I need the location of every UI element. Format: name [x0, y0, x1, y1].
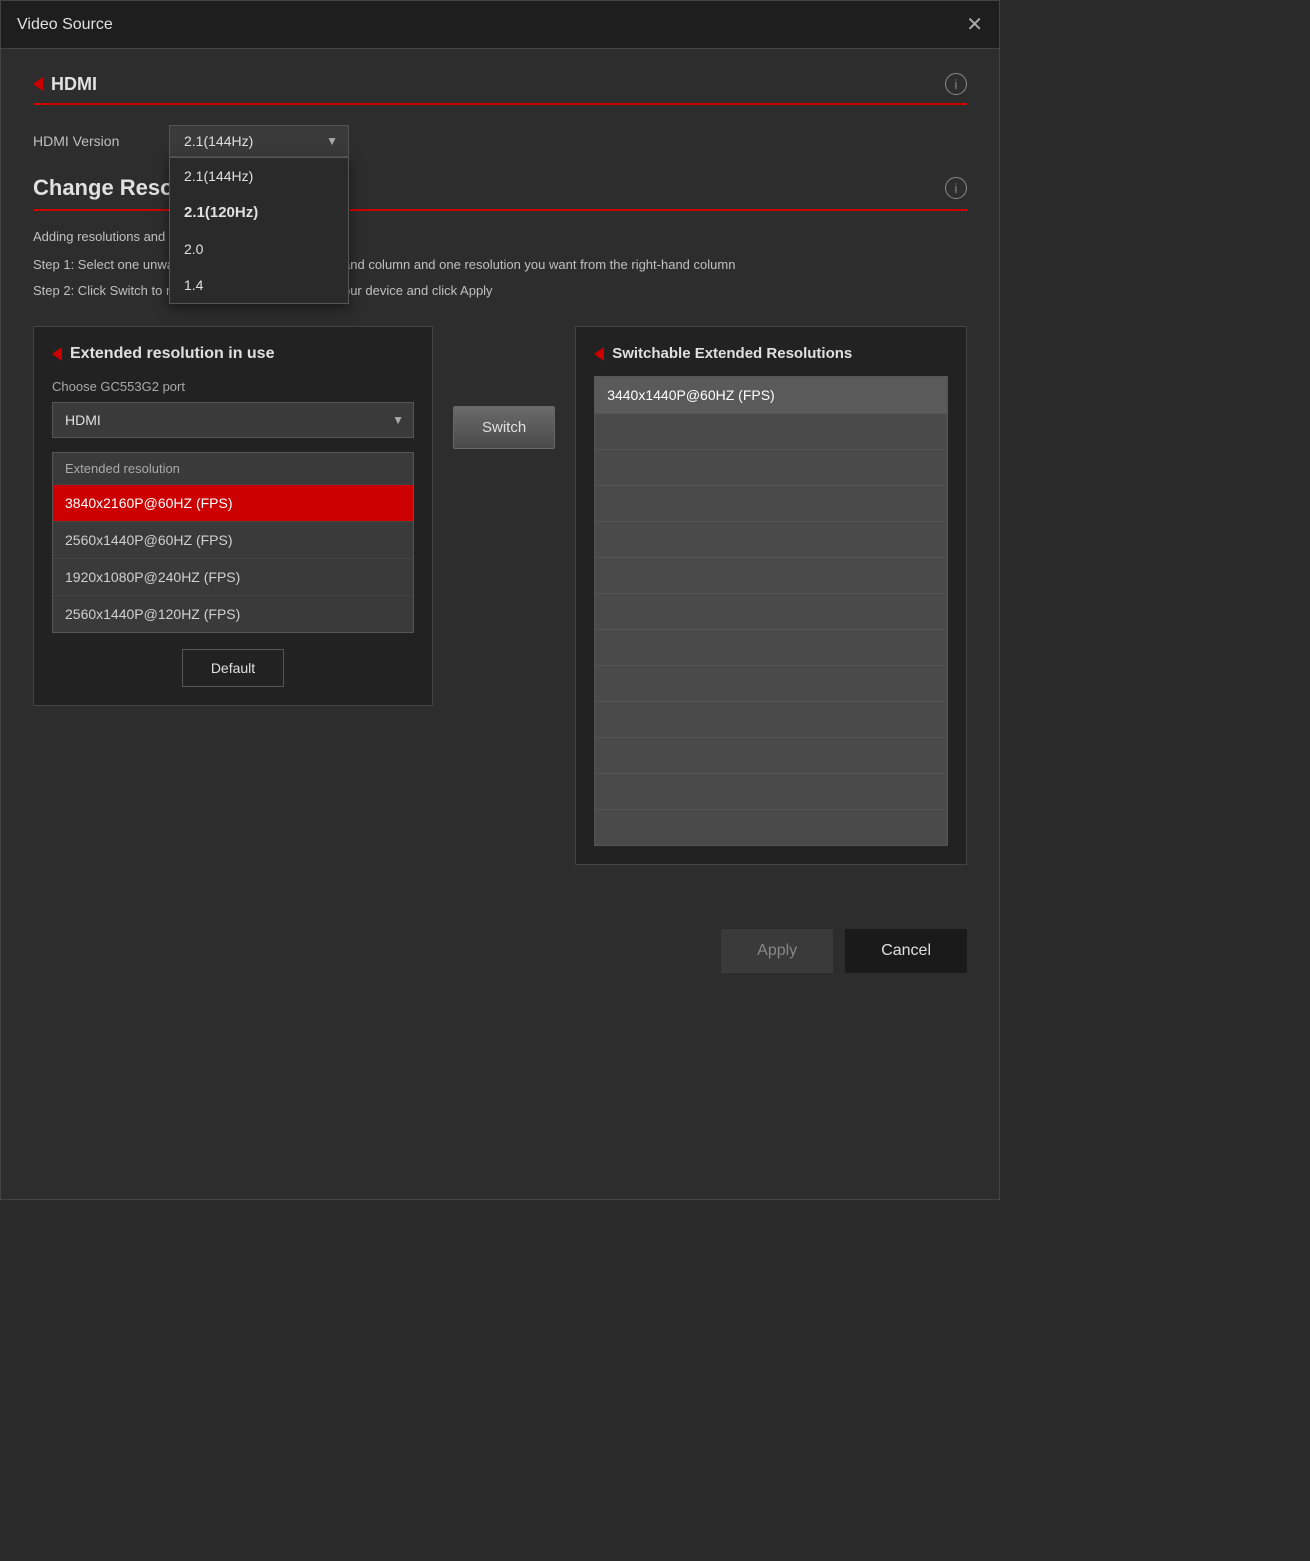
window-title: Video Source [17, 16, 113, 34]
left-panel-title: Extended resolution in use [70, 345, 274, 363]
port-dropdown-wrapper: HDMI USB-C ▼ [52, 402, 414, 438]
resolution-list: Extended resolution 3840x2160P@60HZ (FPS… [52, 452, 414, 633]
left-panel-triangle-icon [52, 347, 62, 361]
hdmi-info-icon[interactable]: i [945, 73, 967, 95]
left-panel-header: Extended resolution in use [52, 345, 414, 363]
port-dropdown[interactable]: HDMI USB-C [52, 402, 414, 438]
hdmi-version-menu: 2.1(144Hz) 2.1(120Hz) 2.0 1.4 [169, 157, 349, 304]
switch-button[interactable]: Switch [453, 406, 555, 449]
titlebar: Video Source ✕ [1, 1, 999, 49]
hdmi-option-1[interactable]: 2.1(144Hz) [170, 158, 348, 194]
hdmi-version-label: HDMI Version [33, 133, 153, 149]
hdmi-option-2[interactable]: 2.1(120Hz) [170, 194, 348, 231]
switchable-item-10[interactable] [595, 701, 947, 737]
default-button[interactable]: Default [182, 649, 284, 687]
switchable-item-11[interactable] [595, 737, 947, 773]
resolution-item-1[interactable]: 3840x2160P@60HZ (FPS) [53, 484, 413, 521]
switch-column: Switch [453, 326, 555, 449]
switchable-item-9[interactable] [595, 665, 947, 701]
footer: Apply Cancel [1, 905, 999, 997]
resolution-item-2[interactable]: 2560x1440P@60HZ (FPS) [53, 521, 413, 558]
switchable-item-12[interactable] [595, 773, 947, 809]
switchable-item-5[interactable] [595, 521, 947, 557]
switchable-item-1[interactable]: 3440x1440P@60HZ (FPS) [595, 377, 947, 413]
right-panel-triangle-icon [594, 347, 604, 361]
hdmi-version-row: HDMI Version 2.1(144Hz) ▼ 2.1(144Hz) 2.1… [33, 125, 967, 157]
main-area: Extended resolution in use Choose GC553G… [33, 326, 967, 865]
switchable-list: 3440x1440P@60HZ (FPS) [594, 376, 948, 846]
switchable-item-2[interactable] [595, 413, 947, 449]
hdmi-option-3[interactable]: 2.0 [170, 231, 348, 267]
hdmi-version-dropdown-wrapper: 2.1(144Hz) ▼ 2.1(144Hz) 2.1(120Hz) 2.0 1… [169, 125, 349, 157]
video-source-window: Video Source ✕ HDMI i HDMI Version 2.1(1… [0, 0, 1000, 1200]
switchable-item-13[interactable] [595, 809, 947, 845]
switchable-item-8[interactable] [595, 629, 947, 665]
apply-button[interactable]: Apply [721, 929, 833, 973]
change-resolution-info-icon[interactable]: i [945, 177, 967, 199]
switchable-item-3[interactable] [595, 449, 947, 485]
main-content: HDMI i HDMI Version 2.1(144Hz) ▼ 2.1(144… [1, 49, 999, 889]
hdmi-title: HDMI [51, 74, 97, 95]
resolution-list-header: Extended resolution [53, 453, 413, 484]
switchable-item-7[interactable] [595, 593, 947, 629]
right-panel-header: Switchable Extended Resolutions [594, 345, 948, 362]
hdmi-option-4[interactable]: 1.4 [170, 267, 348, 303]
hdmi-section-header: HDMI i [33, 73, 967, 105]
hdmi-version-arrow-icon: ▼ [326, 134, 338, 148]
hdmi-triangle-icon [33, 77, 43, 91]
close-button[interactable]: ✕ [966, 15, 983, 35]
right-panel-title: Switchable Extended Resolutions [612, 345, 852, 362]
cancel-button[interactable]: Cancel [845, 929, 967, 973]
resolution-item-4[interactable]: 2560x1440P@120HZ (FPS) [53, 595, 413, 632]
hdmi-header-left: HDMI [33, 74, 97, 95]
right-panel: Switchable Extended Resolutions 3440x144… [575, 326, 967, 865]
left-panel: Extended resolution in use Choose GC553G… [33, 326, 433, 706]
switchable-item-6[interactable] [595, 557, 947, 593]
resolution-item-3[interactable]: 1920x1080P@240HZ (FPS) [53, 558, 413, 595]
port-label: Choose GC553G2 port [52, 379, 414, 394]
hdmi-version-dropdown[interactable]: 2.1(144Hz) ▼ [169, 125, 349, 157]
switchable-item-4[interactable] [595, 485, 947, 521]
